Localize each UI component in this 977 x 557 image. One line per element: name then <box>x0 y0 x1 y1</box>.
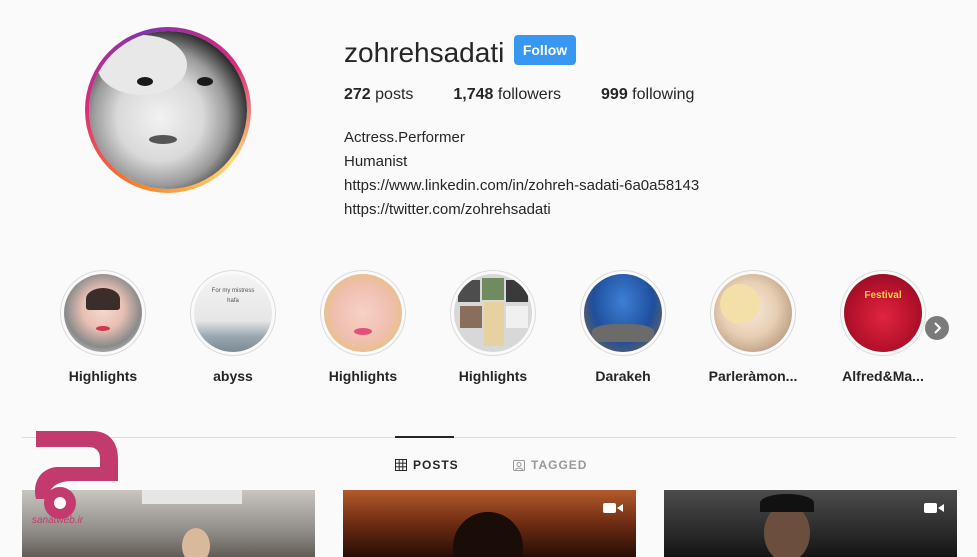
profile-avatar[interactable] <box>85 27 251 193</box>
post-thumbnail[interactable] <box>664 490 957 557</box>
tab-tagged[interactable]: TAGGED <box>513 458 587 472</box>
video-icon <box>603 503 623 513</box>
chevron-right-icon <box>934 322 942 334</box>
highlight-thumbnail: Festival <box>844 274 922 352</box>
highlight-item[interactable]: Festival Alfred&Ma... <box>833 270 933 384</box>
grid-icon <box>395 459 407 471</box>
highlights-next-button[interactable] <box>925 316 949 340</box>
post-thumbnail[interactable] <box>343 490 636 557</box>
followers-count: 1,748 <box>453 86 494 103</box>
video-icon <box>924 503 944 513</box>
profile-bio: Actress.Performer Humanist https://www.l… <box>344 126 699 222</box>
following-label: following <box>627 86 695 103</box>
highlight-label: Alfred&Ma... <box>842 368 924 384</box>
posts-stat: 272 posts <box>344 86 413 104</box>
highlight-item[interactable]: Highlights <box>443 270 543 384</box>
highlight-label: Highlights <box>68 368 138 384</box>
highlight-label: Parleràmon... <box>708 368 798 384</box>
followers-label: followers <box>493 86 562 103</box>
tabs-divider <box>22 437 956 438</box>
twitter-link[interactable]: https://twitter.com/zohrehsadati <box>344 198 699 222</box>
highlight-thumbnail <box>454 274 532 352</box>
tab-posts[interactable]: POSTS <box>395 458 459 472</box>
following-count: 999 <box>601 86 628 103</box>
highlight-thumbnail <box>714 274 792 352</box>
highlight-item[interactable]: Highlights <box>313 270 413 384</box>
highlight-thumbnail <box>584 274 662 352</box>
highlight-thumbnail <box>64 274 142 352</box>
profile-stats: 272 posts 1,748 followers 999 following <box>344 86 734 104</box>
follow-button[interactable]: Follow <box>514 35 576 65</box>
bio-line-1: Actress.Performer <box>344 129 465 146</box>
story-highlights: Highlights For my mistress hafa abyss Hi… <box>60 270 940 390</box>
highlight-label: Highlights <box>328 368 398 384</box>
bio-line-2: Humanist <box>344 153 408 170</box>
tab-posts-label: POSTS <box>413 458 459 472</box>
followers-stat[interactable]: 1,748 followers <box>453 86 561 104</box>
following-stat[interactable]: 999 following <box>601 86 694 104</box>
tab-tagged-label: TAGGED <box>531 458 588 472</box>
highlight-thumbnail: For my mistress hafa <box>194 274 272 352</box>
watermark-text: sanatweb.ir <box>32 515 84 526</box>
tagged-person-icon <box>513 460 525 471</box>
highlight-thumbnail <box>324 274 402 352</box>
highlight-label: Darakeh <box>595 368 651 384</box>
active-tab-indicator <box>395 436 454 438</box>
highlight-item[interactable]: Darakeh <box>573 270 673 384</box>
posts-count: 272 <box>344 86 371 103</box>
highlight-item[interactable]: For my mistress hafa abyss <box>183 270 283 384</box>
linkedin-link[interactable]: https://www.linkedin.com/in/zohreh-sadat… <box>344 174 699 198</box>
highlight-label: Highlights <box>458 368 528 384</box>
highlight-item[interactable]: Highlights <box>53 270 153 384</box>
posts-label: posts <box>370 86 414 103</box>
username: zohrehsadati <box>344 37 505 68</box>
abyss-thumb-text-2: hafa <box>227 298 239 304</box>
highlight-label: abyss <box>213 368 253 384</box>
abyss-thumb-text-1: For my mistress <box>211 288 255 294</box>
highlight-item[interactable]: Parleràmon... <box>703 270 803 384</box>
avatar-image <box>89 31 247 189</box>
alfred-thumb-banner: Festival <box>864 290 902 301</box>
